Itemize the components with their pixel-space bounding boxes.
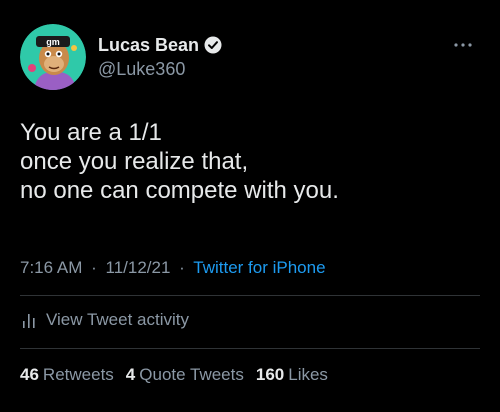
tweet-text-line: You are a 1/1 [20, 119, 162, 146]
bar-chart-icon [23, 314, 35, 328]
likes-label: Likes [288, 365, 328, 384]
more-options-button[interactable] [452, 36, 474, 54]
svg-text:gm: gm [46, 37, 60, 47]
verified-badge-icon [204, 36, 222, 54]
meta-separator: · [91, 258, 97, 277]
retweets-stat[interactable]: 46 Retweets [20, 364, 114, 386]
author-name[interactable]: Lucas Bean [98, 34, 222, 56]
tweet-text-line: once you realize that, [20, 148, 249, 175]
tweet-stats: 46 Retweets 4 Quote Tweets 160 Likes [20, 364, 328, 386]
retweets-label: Retweets [42, 365, 114, 384]
view-tweet-activity-label[interactable]: View Tweet activity [46, 310, 189, 330]
tweet-text: You are a 1/1 once you realize that, no … [20, 118, 480, 205]
tweet-detail: gm Lucas Bean @Luke360 You are a 1/1 onc… [0, 0, 500, 412]
avatar[interactable]: gm [20, 24, 86, 90]
retweets-count: 46 [20, 365, 39, 384]
gm-ape-avatar-icon: gm [20, 24, 86, 90]
divider [20, 348, 480, 349]
more-dots-icon [454, 43, 472, 47]
meta-separator: · [179, 258, 185, 277]
likes-stat[interactable]: 160 Likes [256, 364, 328, 386]
quote-tweets-count: 4 [125, 365, 136, 384]
divider [20, 295, 480, 296]
tweet-date[interactable]: 11/12/21 [106, 258, 171, 277]
likes-count: 160 [255, 365, 285, 384]
tweet-meta: 7:16 AM · 11/12/21 · Twitter for iPhone [20, 257, 326, 279]
quote-tweets-label: Quote Tweets [139, 365, 244, 384]
author-handle[interactable]: @Luke360 [98, 58, 185, 80]
author-name-text[interactable]: Lucas Bean [98, 34, 199, 56]
tweet-time[interactable]: 7:16 AM [20, 258, 82, 277]
view-tweet-activity-button[interactable]: View Tweet activity [20, 309, 189, 331]
tweet-source-link[interactable]: Twitter for iPhone [193, 258, 325, 277]
tweet-text-line: no one can compete with you. [20, 177, 339, 204]
quote-tweets-stat[interactable]: 4 Quote Tweets [126, 364, 244, 386]
